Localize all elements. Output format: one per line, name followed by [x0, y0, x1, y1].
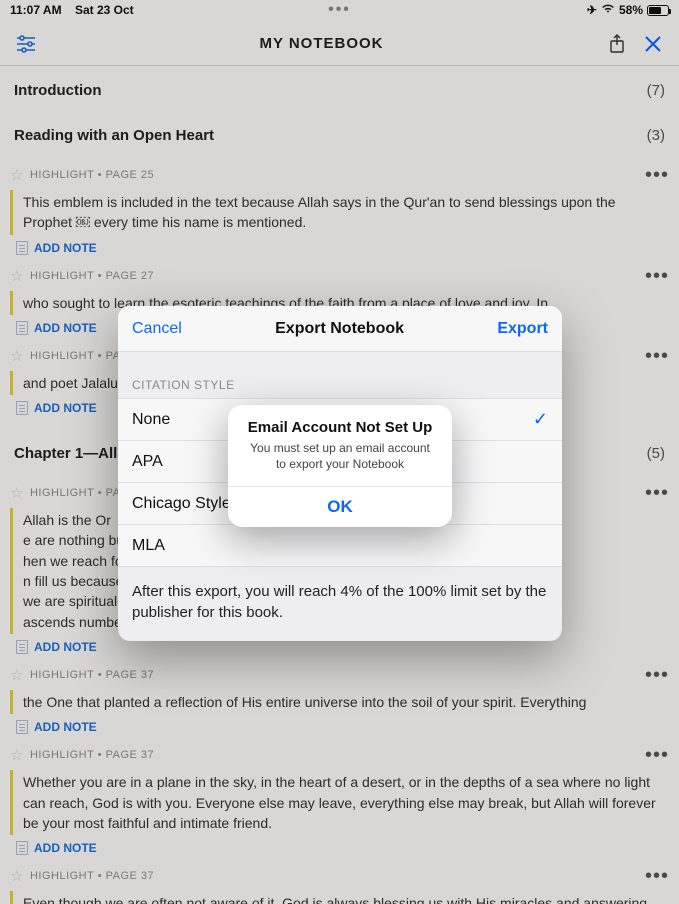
share-icon[interactable]: [603, 30, 631, 58]
highlight-text[interactable]: the One that planted a reflection of His…: [10, 690, 669, 714]
section-count: (3): [647, 127, 665, 144]
highlight-block: ☆ HIGHLIGHT • PAGE 25 ••• This emblem is…: [10, 164, 669, 255]
more-icon[interactable]: •••: [645, 170, 669, 180]
sheet-title: Export Notebook: [275, 320, 404, 338]
more-icon[interactable]: •••: [645, 670, 669, 680]
style-option-mla[interactable]: MLA: [118, 524, 562, 566]
section-title: Introduction: [14, 82, 101, 99]
star-icon[interactable]: ☆: [10, 867, 24, 885]
note-icon: [16, 321, 28, 335]
highlight-block: ☆ HIGHLIGHT • PAGE 37 ••• Even though we…: [10, 865, 669, 904]
highlight-text[interactable]: Even though we are often not aware of it…: [10, 891, 669, 904]
highlight-meta: HIGHLIGHT • PAGE 27: [30, 270, 154, 282]
star-icon[interactable]: ☆: [10, 347, 24, 365]
highlight-meta: HIGHLIGHT • PAG: [30, 350, 130, 362]
section-title: Reading with an Open Heart: [14, 127, 214, 144]
highlight-meta: HIGHLIGHT • PAGE 37: [30, 669, 154, 681]
close-icon[interactable]: [639, 30, 667, 58]
nav-bar: MY NOTEBOOK: [0, 22, 679, 66]
alert-message: You must set up an email account to expo…: [228, 440, 452, 486]
highlight-text[interactable]: Whether you are in a plane in the sky, i…: [10, 770, 669, 835]
highlight-meta: HIGHLIGHT • PAGE 25: [30, 169, 154, 181]
section-count: (5): [647, 445, 665, 462]
export-button[interactable]: Export: [497, 320, 548, 338]
alert-title: Email Account Not Set Up: [228, 405, 452, 440]
email-alert: Email Account Not Set Up You must set up…: [228, 405, 452, 527]
star-icon[interactable]: ☆: [10, 267, 24, 285]
option-label: Chicago Style: [132, 495, 231, 513]
add-note-button[interactable]: ADD NOTE: [16, 241, 669, 255]
note-icon: [16, 841, 28, 855]
star-icon[interactable]: ☆: [10, 166, 24, 184]
multitask-dots[interactable]: •••: [0, 1, 679, 19]
note-icon: [16, 241, 28, 255]
section-row[interactable]: Introduction (7): [10, 68, 669, 113]
add-note-button[interactable]: ADD NOTE: [16, 640, 669, 654]
page-title: MY NOTEBOOK: [40, 35, 603, 52]
option-label: None: [132, 411, 170, 429]
add-note-label: ADD NOTE: [34, 841, 97, 855]
more-icon[interactable]: •••: [645, 871, 669, 881]
highlight-block: ☆ HIGHLIGHT • PAGE 37 ••• Whether you ar…: [10, 744, 669, 855]
highlight-meta: HIGHLIGHT • PAGE 37: [30, 870, 154, 882]
add-note-label: ADD NOTE: [34, 640, 97, 654]
add-note-label: ADD NOTE: [34, 401, 97, 415]
add-note-label: ADD NOTE: [34, 720, 97, 734]
export-limit-footer: After this export, you will reach 4% of …: [118, 566, 562, 641]
note-icon: [16, 401, 28, 415]
note-icon: [16, 640, 28, 654]
battery-icon: [647, 5, 669, 16]
filter-icon[interactable]: [12, 30, 40, 58]
more-icon[interactable]: •••: [645, 750, 669, 760]
more-icon[interactable]: •••: [645, 271, 669, 281]
add-note-label: ADD NOTE: [34, 241, 97, 255]
highlight-meta: HIGHLIGHT • PAGE 37: [30, 749, 154, 761]
more-icon[interactable]: •••: [645, 488, 669, 498]
highlight-block: ☆ HIGHLIGHT • PAGE 37 ••• the One that p…: [10, 664, 669, 734]
star-icon[interactable]: ☆: [10, 484, 24, 502]
cancel-button[interactable]: Cancel: [132, 320, 182, 338]
add-note-button[interactable]: ADD NOTE: [16, 841, 669, 855]
citation-style-header: CITATION STYLE: [118, 352, 562, 398]
star-icon[interactable]: ☆: [10, 666, 24, 684]
highlight-meta: HIGHLIGHT • PAG: [30, 487, 130, 499]
alert-ok-button[interactable]: OK: [228, 486, 452, 527]
note-icon: [16, 720, 28, 734]
section-row[interactable]: Reading with an Open Heart (3): [10, 113, 669, 158]
more-icon[interactable]: •••: [645, 351, 669, 361]
add-note-button[interactable]: ADD NOTE: [16, 720, 669, 734]
option-label: MLA: [132, 537, 165, 555]
add-note-label: ADD NOTE: [34, 321, 97, 335]
option-label: APA: [132, 453, 163, 471]
highlight-text[interactable]: This emblem is included in the text beca…: [10, 190, 669, 235]
section-count: (7): [647, 82, 665, 99]
screen: 11:07 AM Sat 23 Oct ••• ✈ 58% MY NOTEBOO…: [0, 0, 679, 904]
star-icon[interactable]: ☆: [10, 746, 24, 764]
status-bar: 11:07 AM Sat 23 Oct ••• ✈ 58%: [0, 0, 679, 20]
checkmark-icon: ✓: [533, 409, 548, 430]
